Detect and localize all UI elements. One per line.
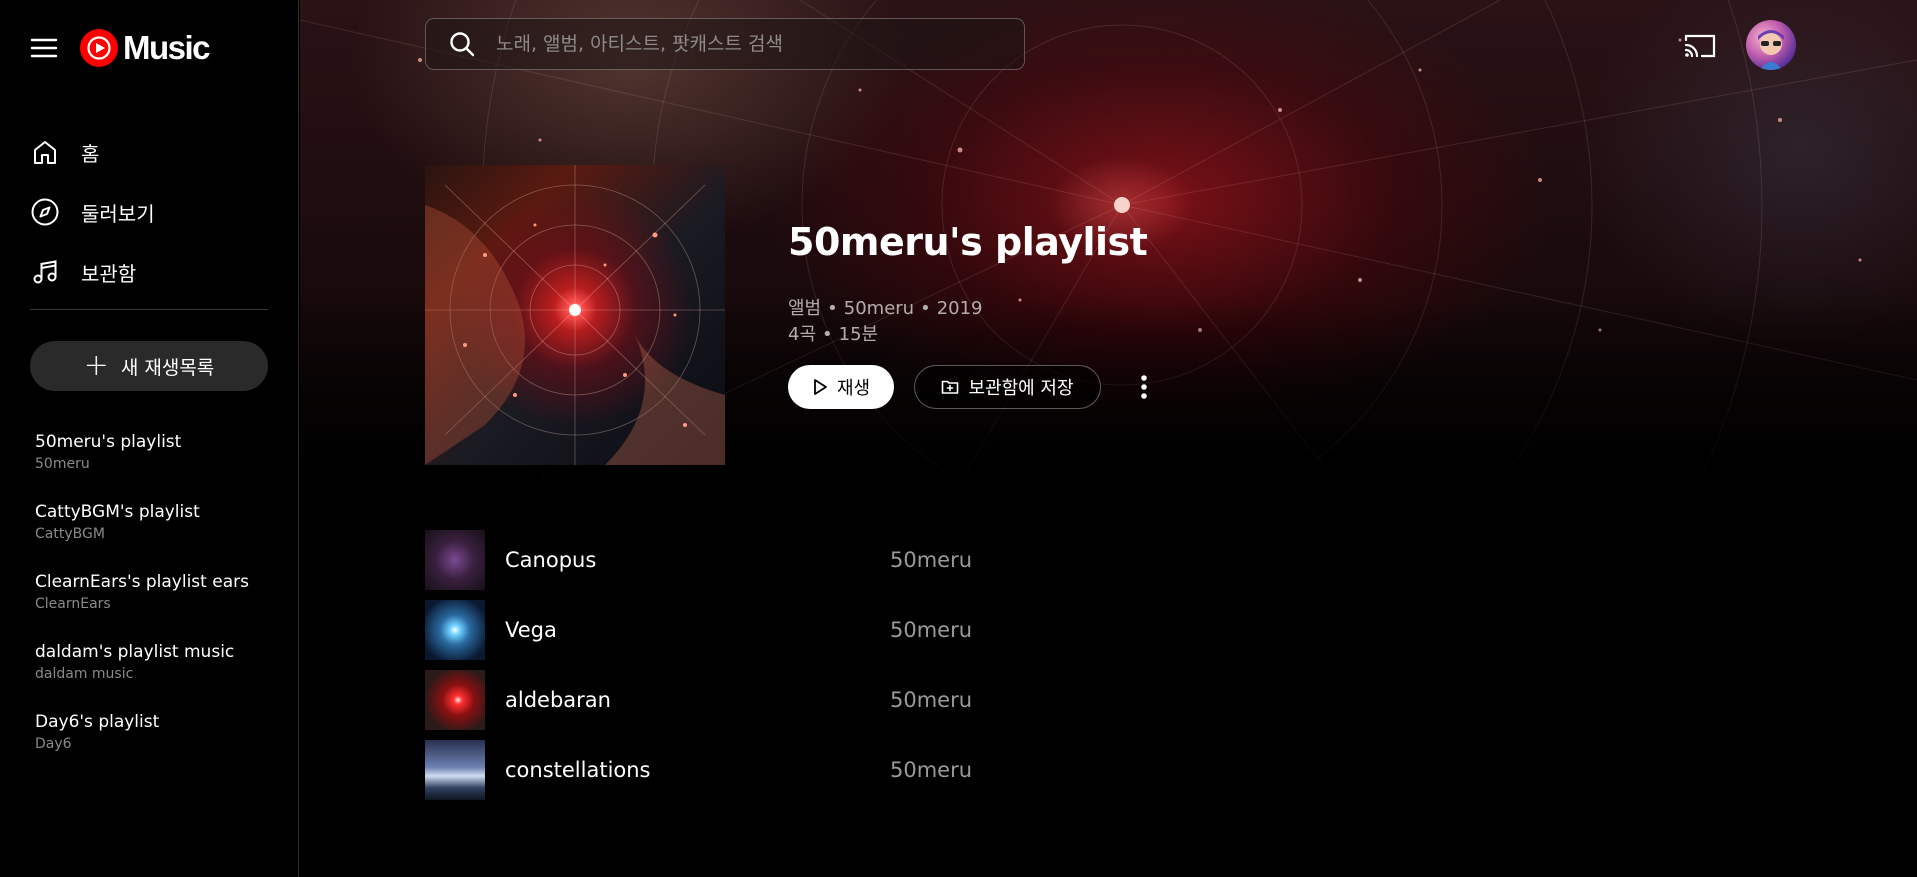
sidebar-playlist-item[interactable]: 50meru's playlist 50meru bbox=[35, 432, 285, 502]
track-artist[interactable]: 50meru bbox=[890, 548, 972, 572]
track-thumbnail[interactable] bbox=[425, 600, 485, 660]
playlist-title: 50meru's playlist bbox=[35, 432, 182, 452]
new-playlist-label: 새 재생목록 bbox=[120, 356, 215, 379]
save-to-library-button[interactable]: 보관함에 저장 bbox=[914, 365, 1101, 409]
track-row[interactable]: constellations 50meru bbox=[425, 735, 1825, 805]
nav-item-home[interactable]: 홈 bbox=[30, 122, 270, 182]
nav-item-label: 둘러보기 bbox=[81, 201, 155, 226]
sidebar: Music 홈 둘러보기 보관함 + 새 재생목록 50meru's playl… bbox=[0, 0, 299, 877]
track-artist[interactable]: 50meru bbox=[890, 618, 972, 642]
track-row[interactable]: Canopus 50meru bbox=[425, 525, 1825, 595]
more-options-icon[interactable] bbox=[1128, 367, 1160, 407]
playlist-title: ClearnEars's playlist ears bbox=[35, 572, 249, 592]
track-artist[interactable]: 50meru bbox=[890, 758, 972, 782]
playlist-owner: ClearnEars bbox=[35, 596, 111, 612]
compass-icon bbox=[30, 197, 60, 227]
track-title[interactable]: aldebaran bbox=[505, 688, 611, 712]
playlist-title: CattyBGM's playlist bbox=[35, 502, 200, 522]
avatar[interactable] bbox=[1746, 20, 1796, 70]
track-thumbnail[interactable] bbox=[425, 740, 485, 800]
page-title: 50meru's playlist bbox=[788, 220, 1148, 264]
main-nav: 홈 둘러보기 보관함 bbox=[30, 122, 270, 302]
save-button-label: 보관함에 저장 bbox=[968, 378, 1074, 399]
playlist-owner: 50meru bbox=[35, 456, 90, 472]
playlist-owner: CattyBGM bbox=[35, 526, 105, 542]
search-icon bbox=[446, 28, 478, 60]
sidebar-playlist-item[interactable]: ClearnEars's playlist ears ClearnEars bbox=[35, 572, 285, 642]
track-list: Canopus 50meru Vega 50meru aldebaran 50m… bbox=[425, 525, 1825, 805]
menu-icon[interactable] bbox=[22, 26, 66, 70]
track-thumbnail[interactable] bbox=[425, 670, 485, 730]
cast-icon[interactable] bbox=[1680, 28, 1720, 64]
nav-item-label: 홈 bbox=[81, 141, 100, 166]
sidebar-divider bbox=[30, 309, 268, 310]
album-stats-line: 4곡 • 15분 bbox=[788, 320, 878, 346]
nav-item-explore[interactable]: 둘러보기 bbox=[30, 182, 270, 242]
sidebar-playlist-list: 50meru's playlist 50meru CattyBGM's play… bbox=[35, 432, 285, 782]
playlist-title: Day6's playlist bbox=[35, 712, 160, 732]
meta-separator: • bbox=[827, 298, 838, 319]
album-type: 앨범 bbox=[788, 298, 822, 319]
sidebar-playlist-item[interactable]: Day6's playlist Day6 bbox=[35, 712, 285, 782]
track-row[interactable]: Vega 50meru bbox=[425, 595, 1825, 665]
playlist-title: daldam's playlist music bbox=[35, 642, 235, 662]
track-thumbnail[interactable] bbox=[425, 530, 485, 590]
search-input[interactable] bbox=[496, 33, 996, 55]
total-duration: 15분 bbox=[838, 324, 879, 345]
playlist-owner: daldam music bbox=[35, 666, 134, 682]
track-title[interactable]: constellations bbox=[505, 758, 651, 782]
play-icon bbox=[812, 378, 828, 396]
play-button-label: 재생 bbox=[836, 378, 871, 399]
plus-icon: + bbox=[83, 348, 109, 383]
sidebar-playlist-item[interactable]: CattyBGM's playlist CattyBGM bbox=[35, 502, 285, 572]
track-title[interactable]: Vega bbox=[505, 618, 557, 642]
home-icon bbox=[30, 137, 60, 167]
album-year: 2019 bbox=[936, 298, 983, 319]
nav-item-label: 보관함 bbox=[81, 261, 137, 286]
logo-text: Music bbox=[123, 29, 211, 66]
library-add-icon bbox=[941, 379, 959, 395]
album-cover-art bbox=[425, 165, 725, 465]
album-artist-link[interactable]: 50meru bbox=[844, 298, 914, 319]
sidebar-playlist-item[interactable]: daldam's playlist music daldam music bbox=[35, 642, 285, 712]
search-bar[interactable] bbox=[425, 18, 1025, 70]
play-button[interactable]: 재생 bbox=[788, 365, 894, 409]
meta-separator: • bbox=[822, 324, 833, 345]
album-meta-line: 앨범 • 50meru • 2019 bbox=[788, 294, 983, 320]
nav-item-library[interactable]: 보관함 bbox=[30, 242, 270, 302]
music-note-icon bbox=[30, 257, 60, 287]
new-playlist-button[interactable]: + 새 재생목록 bbox=[30, 341, 268, 391]
logo-play-icon bbox=[80, 29, 118, 67]
playlist-owner: Day6 bbox=[35, 736, 72, 752]
track-count: 4곡 bbox=[788, 324, 817, 345]
track-title[interactable]: Canopus bbox=[505, 548, 596, 572]
youtube-music-logo[interactable]: Music bbox=[80, 29, 211, 67]
meta-separator: • bbox=[920, 298, 931, 319]
track-artist[interactable]: 50meru bbox=[890, 688, 972, 712]
sidebar-header: Music bbox=[30, 26, 211, 70]
track-row[interactable]: aldebaran 50meru bbox=[425, 665, 1825, 735]
